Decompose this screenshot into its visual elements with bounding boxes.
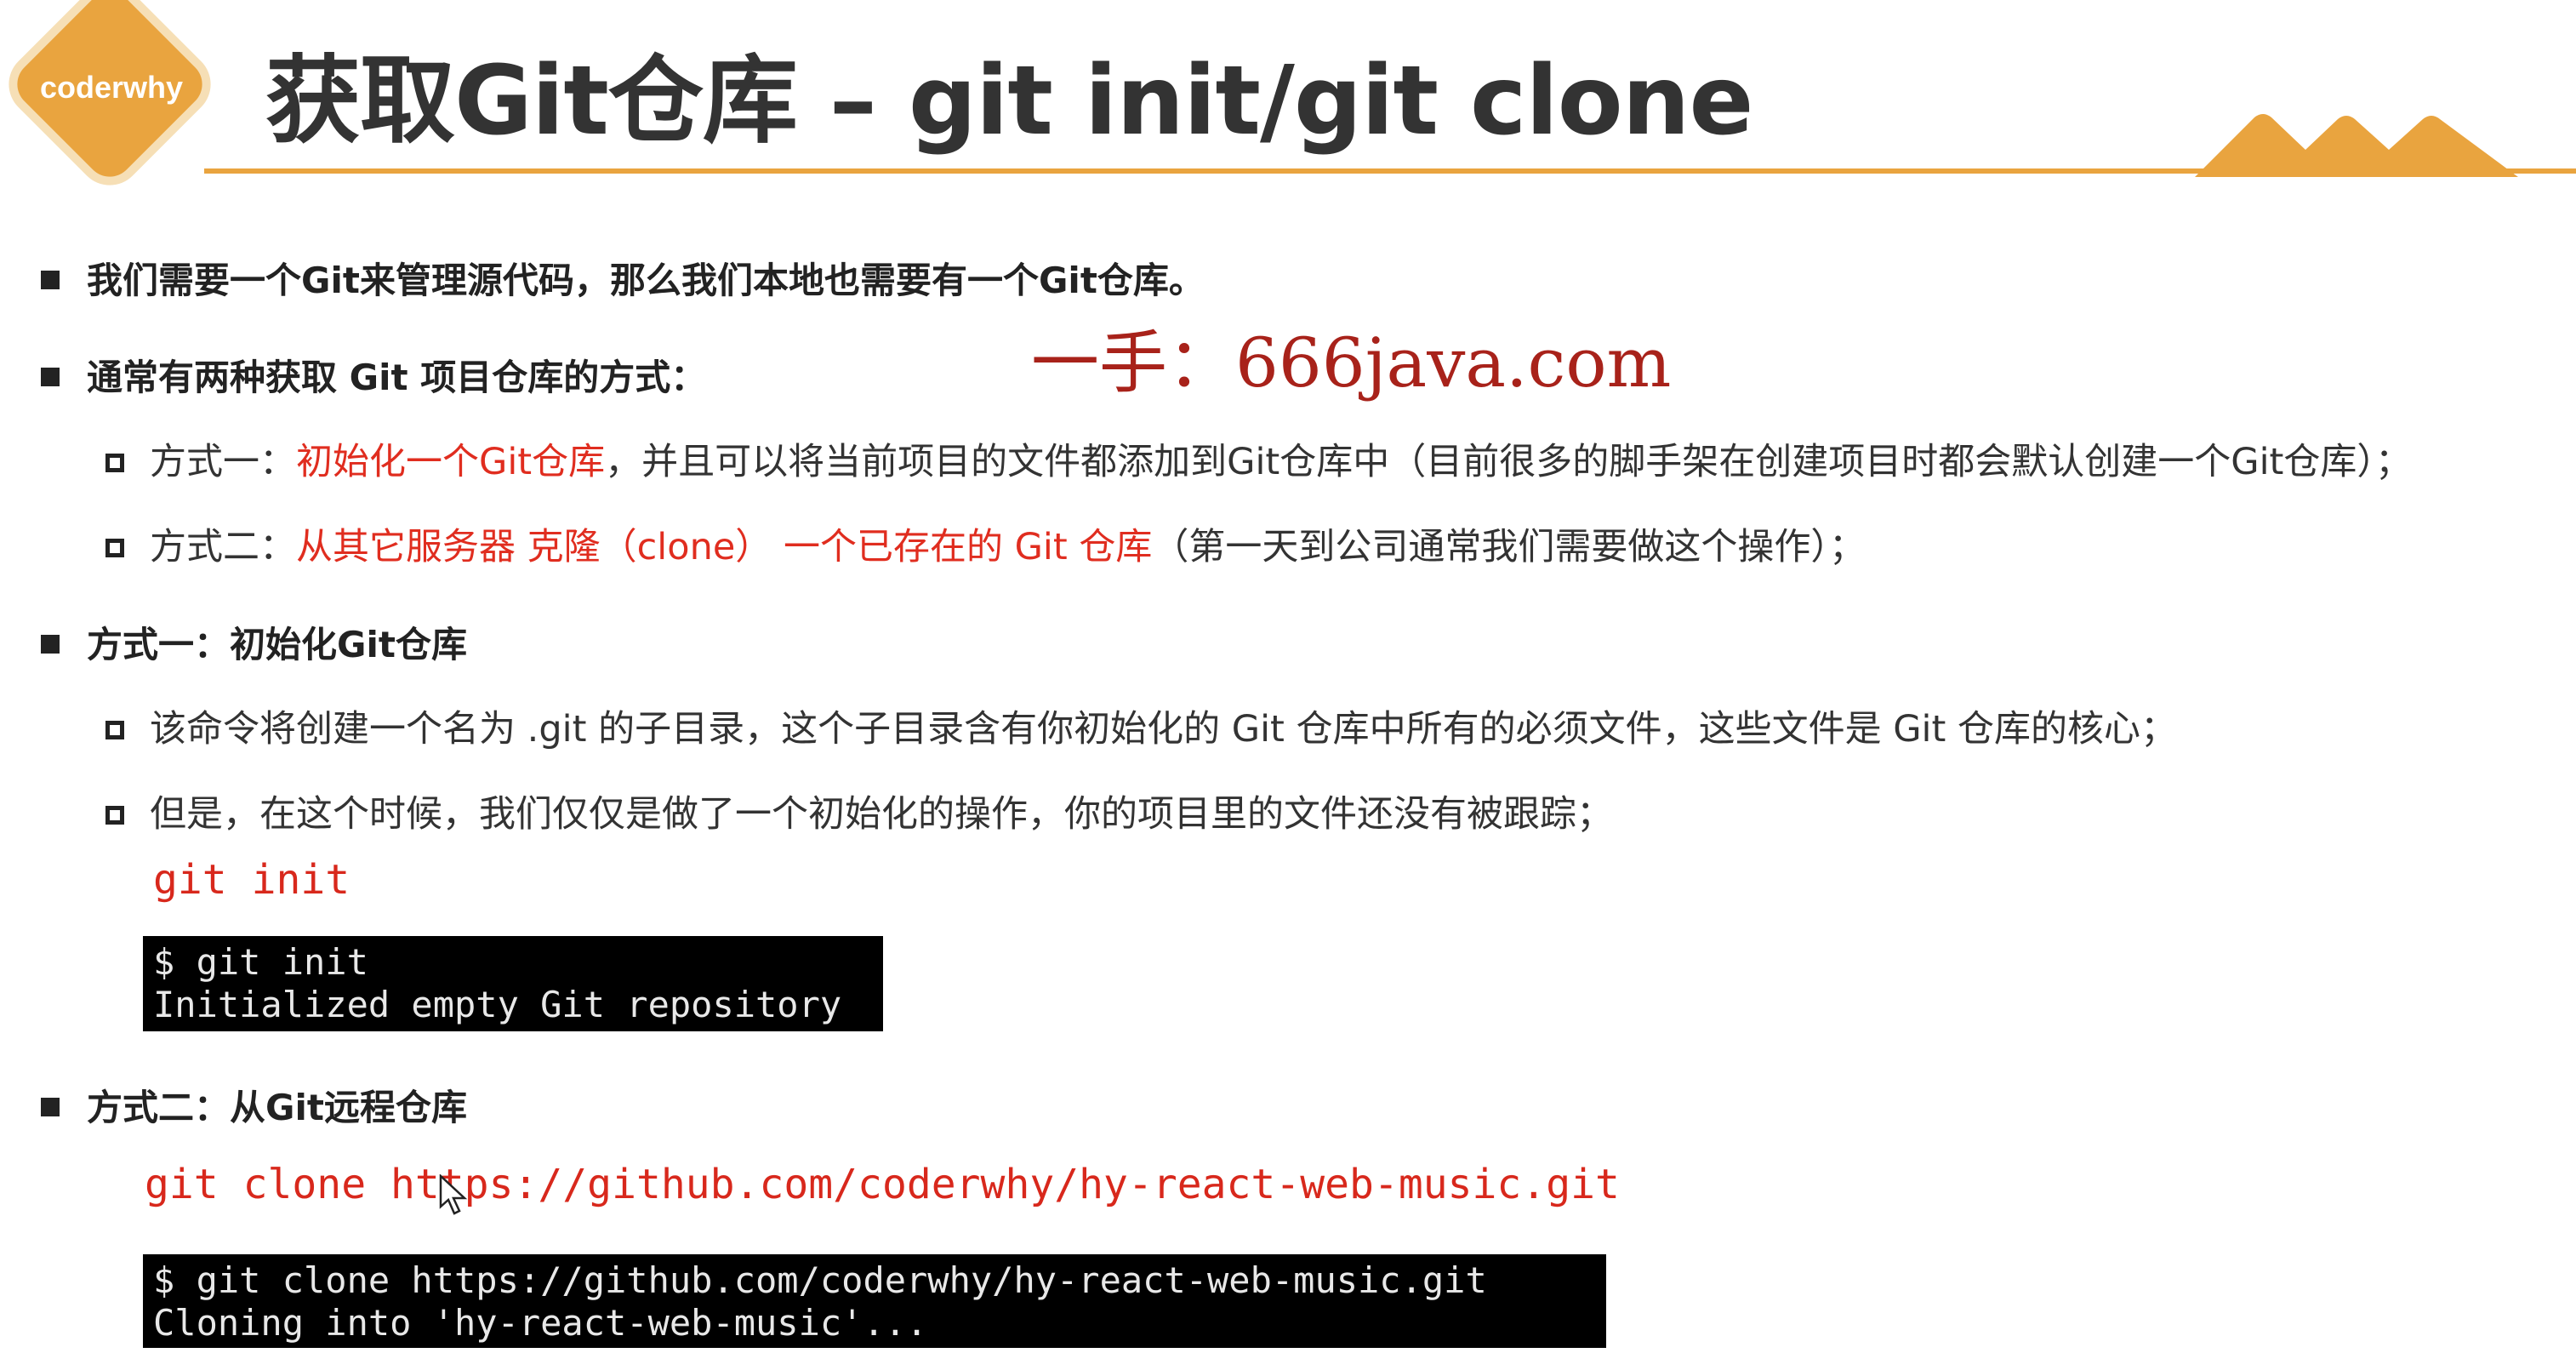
terminal-line: Initialized empty Git repository (153, 984, 842, 1025)
mountains-decoration-icon (2195, 114, 2518, 177)
sub-bullet-prefix: 方式一： (150, 441, 296, 483)
code-git-init: git init (153, 856, 350, 904)
sub-bullet-rest: （第一天到公司通常我们需要做这个操作）； (1152, 526, 1866, 568)
sub-bullet-prefix: 方式二： (150, 526, 296, 568)
bullet-square-icon (41, 368, 60, 386)
bullet-hollow-square-icon (105, 721, 124, 739)
terminal-line: Cloning into 'hy-react-web-music'... (153, 1302, 928, 1344)
terminal-line: $ git clone https://github.com/coderwhy/… (153, 1259, 1487, 1301)
code-git-clone: git clone https://github.com/coderwhy/hy… (145, 1161, 1620, 1208)
logo-text: coderwhy (39, 70, 184, 105)
bullet-square-icon (41, 271, 60, 289)
sub-bullet-git-subdirectory: 该命令将创建一个名为 .git 的子目录，这个子目录含有你初始化的 Git 仓库… (105, 699, 2177, 752)
sub-bullet-highlight: 初始化一个Git仓库 (296, 441, 606, 483)
bullet-way-two-heading: 方式二：从Git远程仓库 (41, 1079, 467, 1131)
sub-bullet-way-one: 方式一：初始化一个Git仓库，并且可以将当前项目的文件都添加到Git仓库中（目前… (105, 432, 2412, 485)
mouse-cursor-icon (439, 1174, 468, 1215)
terminal-git-clone: $ git clone https://github.com/coderwhy/… (143, 1254, 1606, 1348)
bullet-square-icon (41, 1098, 60, 1116)
bullet-way-one-heading: 方式一：初始化Git仓库 (41, 616, 467, 668)
bullet-square-icon (41, 635, 60, 654)
watermark-text: 一手：666java.com (1031, 323, 1672, 402)
page-title: 获取Git仓库 – git init/git clone (265, 46, 1753, 157)
sub-bullet-way-two: 方式二：从其它服务器 克隆（clone） 一个已存在的 Git 仓库（第一天到公… (105, 517, 1866, 570)
bullet-two-ways: 通常有两种获取 Git 项目仓库的方式： (41, 349, 706, 401)
sub-bullet-highlight: 从其它服务器 克隆（clone） 一个已存在的 Git 仓库 (296, 526, 1153, 568)
sub-bullet-not-tracked: 但是，在这个时候，我们仅仅是做了一个初始化的操作，你的项目里的文件还没有被跟踪； (105, 785, 1613, 837)
sub-bullet-rest: ，并且可以将当前项目的文件都添加到Git仓库中（目前很多的脚手架在创建项目时都会… (605, 441, 2412, 483)
terminal-line: $ git init (153, 941, 368, 983)
terminal-git-init: $ git init Initialized empty Git reposito… (143, 936, 883, 1031)
bullet-hollow-square-icon (105, 454, 124, 472)
bullet-need-git-repo: 我们需要一个Git来管理源代码，那么我们本地也需要有一个Git仓库。 (41, 252, 1205, 304)
bullet-hollow-square-icon (105, 539, 124, 557)
bullet-hollow-square-icon (105, 806, 124, 825)
